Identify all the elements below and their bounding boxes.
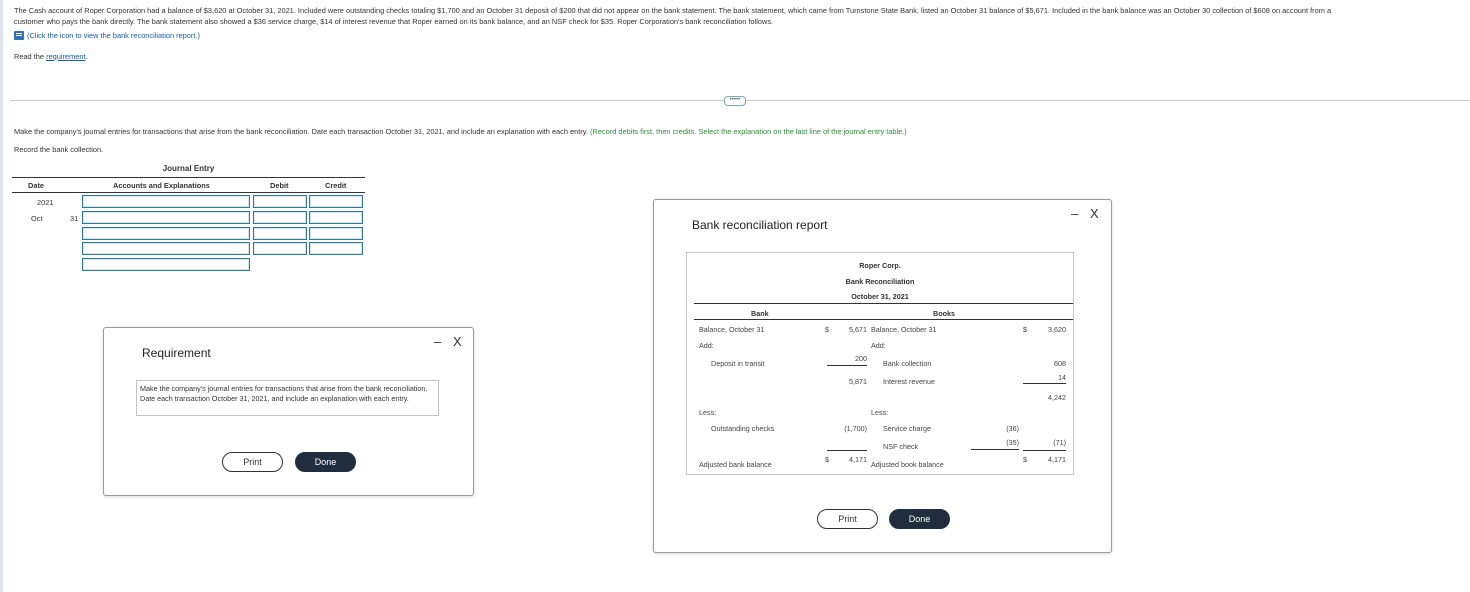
data-table-icon[interactable]	[14, 31, 24, 40]
reconciliation-link-text[interactable]: (Click the icon to view the bank reconci…	[27, 31, 200, 40]
problem-statement: The Cash account of Roper Corporation ha…	[14, 6, 1464, 27]
debit-input-2[interactable]	[253, 211, 307, 224]
requirement-modal: Requirement – X Make the company's journ…	[103, 327, 474, 496]
journal-year: 2021	[37, 198, 54, 207]
requirement-link[interactable]: requirement	[46, 52, 85, 61]
outstanding-value: (1,700)	[844, 424, 867, 433]
interest-label: Interest revenue	[883, 377, 935, 386]
account-input-3[interactable]	[82, 227, 250, 240]
instruction-text: Make the company's journal entries for t…	[14, 127, 588, 136]
adjusted-book-label: Adjusted book balance	[871, 460, 944, 469]
done-button[interactable]: Done	[295, 452, 356, 472]
books-balance-dollar: $	[1023, 325, 1027, 334]
nsf-label: NSF check	[883, 442, 919, 451]
read-suffix: .	[85, 52, 88, 61]
credit-input-1[interactable]	[309, 195, 363, 208]
requirement-title: Requirement	[142, 346, 211, 360]
report-company: Roper Corp.	[859, 261, 901, 270]
service-charge-label: Service charge	[883, 424, 931, 433]
interest-value: 14	[1058, 373, 1066, 382]
bank-header: Bank	[751, 309, 769, 318]
account-input-4[interactable]	[82, 242, 250, 255]
requirement-text: Make the company's journal entries for t…	[136, 380, 439, 416]
instruction-hint: (Record debits first, then credits. Sele…	[590, 127, 907, 136]
explanation-input[interactable]	[82, 258, 250, 271]
adjusted-book-dollar: $	[1023, 455, 1027, 464]
print-button[interactable]: Print	[222, 452, 283, 472]
report-name: Bank Reconciliation	[845, 277, 915, 286]
adjusted-bank-label: Adjusted bank balance	[699, 460, 772, 469]
journal-header: Date Accounts and Explanations Debit Cre…	[12, 177, 365, 193]
bank-balance-value: 5,671	[849, 325, 867, 334]
col-accounts: Accounts and Explanations	[113, 181, 210, 190]
credit-input-3[interactable]	[309, 227, 363, 240]
done-button[interactable]: Done	[889, 509, 950, 529]
bank-subtotal-rule	[827, 365, 867, 366]
journal-month: Oct	[31, 214, 43, 223]
books-balance-value: 3,620	[1048, 325, 1066, 334]
record-label: Record the bank collection.	[14, 145, 104, 154]
account-input-2[interactable]	[82, 211, 250, 224]
close-icon[interactable]: X	[453, 334, 462, 349]
nsf-total: (71)	[1053, 438, 1066, 447]
adjusted-book-value: 4,171	[1048, 455, 1066, 464]
collection-label: Bank collection	[883, 359, 932, 368]
debit-input-3[interactable]	[253, 227, 307, 240]
credit-input-2[interactable]	[309, 211, 363, 224]
col-credit: Credit	[325, 181, 347, 190]
debit-input-4[interactable]	[253, 242, 307, 255]
deposit-value: 200	[855, 354, 867, 363]
report-date: October 31, 2021	[851, 292, 909, 301]
col-debit: Debit	[270, 181, 289, 190]
books-less-label: Less:	[871, 408, 889, 417]
minimize-icon[interactable]: –	[434, 334, 441, 349]
books-subtotal-rule	[1023, 383, 1066, 384]
books-header: Books	[933, 309, 955, 318]
instructions: Make the company's journal entries for t…	[14, 127, 907, 136]
column-header-rule	[694, 319, 1073, 320]
nsf-value: (35)	[1006, 438, 1019, 447]
less-subtotal-rule	[971, 449, 1019, 450]
reconciliation-report: Roper Corp. Bank Reconciliation October …	[686, 252, 1074, 475]
left-edge-bar	[0, 0, 3, 592]
reconciliation-modal: Bank reconciliation report – X Roper Cor…	[653, 199, 1112, 553]
books-balance-label: Balance, October 31	[871, 325, 937, 334]
books-adjusted-rule	[1023, 450, 1066, 451]
bank-balance-label: Balance, October 31	[699, 325, 765, 334]
bank-less-label: Less:	[699, 408, 717, 417]
col-date: Date	[28, 181, 45, 190]
print-button[interactable]: Print	[817, 509, 878, 529]
bank-balance-dollar: $	[825, 325, 829, 334]
bank-subtotal: 5,871	[849, 377, 867, 386]
expand-handle[interactable]: •••••	[724, 96, 746, 106]
report-title: Bank reconciliation report	[692, 218, 828, 232]
deposit-label: Deposit in transit	[711, 359, 765, 368]
adjusted-bank-value: 4,171	[849, 455, 867, 464]
read-requirement: Read the requirement.	[14, 52, 88, 61]
debit-input-1[interactable]	[253, 195, 307, 208]
books-add-label: Add:	[871, 341, 886, 350]
problem-line-1: The Cash account of Roper Corporation ha…	[14, 6, 1332, 15]
problem-line-2: customer who pays the bank directly. The…	[14, 16, 774, 26]
collection-value: 608	[1054, 359, 1066, 368]
outstanding-label: Outstanding checks	[711, 424, 775, 433]
account-input-1[interactable]	[82, 195, 250, 208]
read-prefix: Read the	[14, 52, 47, 61]
journal-day: 31	[70, 214, 79, 223]
journal-title: Journal Entry	[162, 164, 215, 173]
books-subtotal: 4,242	[1048, 393, 1066, 402]
minimize-icon[interactable]: –	[1071, 206, 1078, 221]
header-rule	[694, 303, 1073, 304]
reconciliation-report-link[interactable]: (Click the icon to view the bank reconci…	[14, 31, 200, 40]
bank-add-label: Add:	[699, 341, 714, 350]
service-charge-value: (36)	[1006, 424, 1019, 433]
adjusted-bank-dollar: $	[825, 455, 829, 464]
close-icon[interactable]: X	[1090, 206, 1099, 221]
credit-input-4[interactable]	[309, 242, 363, 255]
bank-adjusted-rule	[827, 450, 867, 451]
